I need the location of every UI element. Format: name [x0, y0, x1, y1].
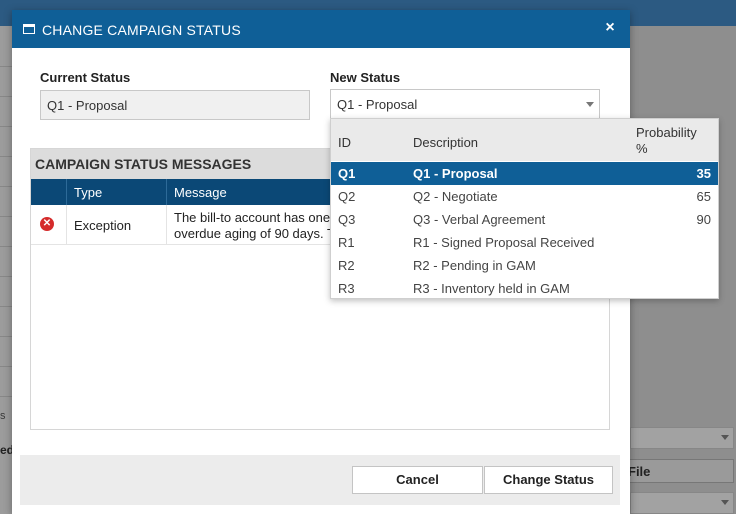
new-status-dropdown-list: ID Description Probability % Q1 Q1 - Prop…: [330, 118, 719, 299]
dropdown-option-r3[interactable]: R3 R3 - Inventory held in GAM: [331, 277, 718, 298]
error-icon: ✕: [40, 217, 54, 231]
cancel-button[interactable]: Cancel: [352, 466, 483, 494]
option-probability: 65: [696, 189, 711, 204]
dropdown-header: ID Description Probability %: [331, 119, 718, 161]
message-type: Exception: [67, 205, 167, 244]
option-description: Q3 - Verbal Agreement: [413, 212, 546, 227]
close-icon[interactable]: ×: [600, 18, 620, 38]
dialog-header: CHANGE CAMPAIGN STATUS ×: [12, 10, 630, 48]
background-select: [630, 492, 734, 514]
column-header-description: Description: [413, 135, 479, 150]
message-text: The bill-to account has one overdue agin…: [174, 210, 334, 241]
dropdown-option-q3[interactable]: Q3 Q3 - Verbal Agreement 90: [331, 208, 718, 231]
background-text-fragment: s: [0, 410, 6, 422]
option-description: R3 - Inventory held in GAM: [413, 281, 570, 296]
column-header-type[interactable]: Type: [67, 179, 167, 205]
dropdown-option-r1[interactable]: R1 R1 - Signed Proposal Received: [331, 231, 718, 254]
dropdown-option-q1[interactable]: Q1 Q1 - Proposal 35: [331, 162, 718, 185]
option-id: R3: [338, 281, 355, 296]
dropdown-option-q2[interactable]: Q2 Q2 - Negotiate 65: [331, 185, 718, 208]
background-left-column: [0, 26, 12, 514]
chevron-down-icon: [721, 500, 729, 505]
column-header-probability: Probability %: [636, 125, 697, 156]
option-description: R1 - Signed Proposal Received: [413, 235, 595, 250]
change-status-button[interactable]: Change Status: [484, 466, 613, 494]
new-status-select[interactable]: Q1 - Proposal: [330, 89, 600, 119]
chevron-down-icon[interactable]: [586, 102, 594, 107]
option-description: Q1 - Proposal: [413, 166, 498, 181]
current-status-field: Q1 - Proposal: [40, 90, 310, 120]
column-header-id: ID: [338, 135, 351, 150]
background-select: [630, 427, 734, 449]
background-file-button: File: [624, 459, 734, 483]
dialog-title: CHANGE CAMPAIGN STATUS: [42, 22, 241, 38]
option-description: Q2 - Negotiate: [413, 189, 498, 204]
option-description: R2 - Pending in GAM: [413, 258, 536, 273]
new-status-value: Q1 - Proposal: [337, 97, 418, 112]
option-id: R1: [338, 235, 355, 250]
option-id: Q1: [338, 166, 356, 181]
chevron-down-icon: [721, 435, 729, 440]
option-probability: 35: [696, 166, 711, 181]
dropdown-option-r2[interactable]: R2 R2 - Pending in GAM: [331, 254, 718, 277]
option-id: R2: [338, 258, 355, 273]
dialog-footer: Cancel Change Status: [20, 455, 620, 505]
current-status-label: Current Status: [40, 70, 131, 85]
new-status-label: New Status: [330, 70, 401, 85]
window-icon: [23, 24, 35, 34]
option-id: Q3: [338, 212, 356, 227]
icon-column-header: [31, 179, 67, 205]
option-probability: 90: [696, 212, 711, 227]
option-id: Q2: [338, 189, 356, 204]
